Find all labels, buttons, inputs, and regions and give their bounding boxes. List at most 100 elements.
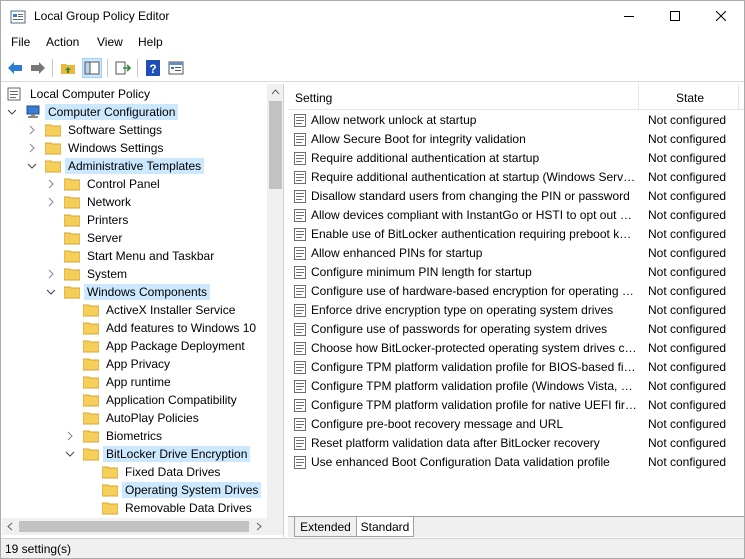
tree-item-control-panel[interactable]: Control Panel — [46, 175, 163, 193]
setting-state: Not configured — [648, 341, 727, 355]
menu-action[interactable]: Action — [46, 35, 79, 49]
forward-button[interactable] — [28, 58, 48, 78]
list-item[interactable]: Configure pre-boot recovery message and … — [288, 415, 744, 434]
tree-item-app-runtime[interactable]: App runtime — [83, 373, 174, 391]
scroll-up-icon[interactable] — [267, 84, 284, 101]
setting-name: Require additional authentication at sta… — [311, 170, 637, 184]
tree-item-fixed-data-drives[interactable]: Fixed Data Drives — [102, 463, 223, 481]
column-divider[interactable] — [638, 84, 639, 110]
status-bar: 19 setting(s) — [1, 538, 744, 558]
maximize-button[interactable] — [652, 1, 698, 31]
list-item[interactable]: Enable use of BitLocker authentication r… — [288, 225, 744, 244]
tree-item-app-package-deployment[interactable]: App Package Deployment — [83, 337, 248, 355]
list-item[interactable]: Allow enhanced PINs for startup Not confi… — [288, 244, 744, 263]
column-divider[interactable] — [738, 84, 739, 110]
tree-item-administrative-templates[interactable]: Administrative Templates — [27, 157, 205, 175]
column-header-state[interactable]: State — [676, 91, 704, 105]
help-button[interactable]: ? — [143, 58, 163, 78]
tree-item-activex-installer-service[interactable]: ActiveX Installer Service — [83, 301, 238, 319]
list-item[interactable]: Disallow standard users from changing th… — [288, 187, 744, 206]
tree-item-operating-system-drives[interactable]: Operating System Drives — [102, 481, 262, 499]
tree-item-windows-settings[interactable]: Windows Settings — [27, 139, 166, 157]
tree-item-local-computer-policy[interactable]: Local Computer Policy — [7, 85, 153, 103]
policy-setting-icon — [294, 418, 306, 431]
tree-item-biometrics[interactable]: Biometrics — [65, 427, 165, 445]
tree-item-bitlocker-drive-encryption[interactable]: BitLocker Drive Encryption — [65, 445, 251, 463]
toolbar-separator — [52, 59, 53, 77]
tree-label: Printers — [87, 213, 129, 227]
tree-label: Fixed Data Drives — [125, 465, 221, 479]
list-item[interactable]: Require additional authentication at sta… — [288, 149, 744, 168]
tree-item-add-features[interactable]: Add features to Windows 10 — [83, 319, 259, 337]
menu-view[interactable]: View — [97, 35, 123, 49]
back-button[interactable] — [5, 58, 25, 78]
scrollbar-thumb[interactable] — [19, 521, 249, 532]
tree-item-autoplay-policies[interactable]: AutoPlay Policies — [83, 409, 202, 427]
export-list-button[interactable] — [113, 58, 133, 78]
column-header-setting[interactable]: Setting — [295, 91, 332, 105]
list-item[interactable]: Configure use of passwords for operating… — [288, 320, 744, 339]
tree-item-system[interactable]: System — [46, 265, 130, 283]
setting-state: Not configured — [648, 227, 727, 241]
policy-setting-icon — [294, 437, 306, 450]
tab-standard[interactable]: Standard — [356, 517, 414, 537]
tree-label: Software Settings — [68, 123, 163, 137]
list-header: Setting State — [288, 84, 744, 110]
policy-setting-icon — [294, 190, 306, 203]
close-icon — [716, 11, 726, 21]
properties-button[interactable] — [166, 58, 186, 78]
list-item[interactable]: Reset platform validation data after Bit… — [288, 434, 744, 453]
close-button[interactable] — [698, 1, 744, 31]
tab-extended[interactable]: Extended — [294, 517, 356, 537]
setting-name: Configure pre-boot recovery message and … — [311, 417, 564, 431]
tree-item-printers[interactable]: Printers — [64, 211, 131, 229]
policy-setting-icon — [294, 171, 306, 184]
list-item[interactable]: Configure use of hardware-based encrypti… — [288, 282, 744, 301]
tree-horizontal-scrollbar[interactable] — [2, 518, 267, 535]
list-item[interactable]: Require additional authentication at sta… — [288, 168, 744, 187]
show-hide-tree-button[interactable] — [82, 58, 102, 78]
list-item[interactable]: Enforce drive encryption type on operati… — [288, 301, 744, 320]
tree-item-start-menu-and-taskbar[interactable]: Start Menu and Taskbar — [64, 247, 217, 265]
list-item[interactable]: Allow network unlock at startup Not confi… — [288, 111, 744, 130]
list-item[interactable]: Configure TPM platform validation profil… — [288, 358, 744, 377]
setting-name: Use enhanced Boot Configuration Data val… — [311, 455, 610, 469]
window-title: Local Group Policy Editor — [34, 9, 170, 23]
scroll-left-icon[interactable] — [2, 518, 19, 535]
setting-name: Reset platform validation data after Bit… — [311, 436, 600, 450]
up-one-level-button[interactable] — [58, 58, 78, 78]
folder-icon — [64, 196, 80, 209]
tree-item-software-settings[interactable]: Software Settings — [27, 121, 165, 139]
tree-item-network[interactable]: Network — [46, 193, 134, 211]
list-item[interactable]: Use enhanced Boot Configuration Data val… — [288, 453, 744, 472]
tree-item-windows-components[interactable]: Windows Components — [46, 283, 211, 301]
policy-setting-icon — [294, 285, 306, 298]
policy-setting-icon — [294, 133, 306, 146]
tree-item-computer-configuration[interactable]: Computer Configuration — [7, 103, 179, 121]
tree-label: App runtime — [106, 375, 171, 389]
scroll-right-icon[interactable] — [250, 518, 267, 535]
tree-label: Add features to Windows 10 — [106, 321, 257, 335]
minimize-button[interactable] — [606, 1, 652, 31]
folder-icon — [83, 430, 99, 443]
tree-item-removable-data-drives[interactable]: Removable Data Drives — [102, 499, 255, 517]
setting-state: Not configured — [648, 398, 727, 412]
setting-state: Not configured — [648, 360, 727, 374]
list-item[interactable]: Configure TPM platform validation profil… — [288, 377, 744, 396]
list-item[interactable]: Configure TPM platform validation profil… — [288, 396, 744, 415]
setting-state: Not configured — [648, 170, 727, 184]
list-item[interactable]: Configure minimum PIN length for startup… — [288, 263, 744, 282]
tree-vertical-scrollbar[interactable] — [267, 84, 284, 518]
tree-item-server[interactable]: Server — [64, 229, 125, 247]
menu-help[interactable]: Help — [138, 35, 163, 49]
menu-file[interactable]: File — [11, 35, 30, 49]
toolbar-separator — [107, 59, 108, 77]
tree-item-application-compatibility[interactable]: Application Compatibility — [83, 391, 240, 409]
list-item[interactable]: Choose how BitLocker-protected operating… — [288, 339, 744, 358]
tree-label: Application Compatibility — [106, 393, 237, 407]
list-item[interactable]: Allow devices compliant with InstantGo o… — [288, 206, 744, 225]
navigation-tree: Local Computer Policy Computer Configura… — [2, 84, 284, 537]
list-item[interactable]: Allow Secure Boot for integrity validati… — [288, 130, 744, 149]
tree-item-app-privacy[interactable]: App Privacy — [83, 355, 173, 373]
scrollbar-thumb[interactable] — [269, 101, 282, 189]
